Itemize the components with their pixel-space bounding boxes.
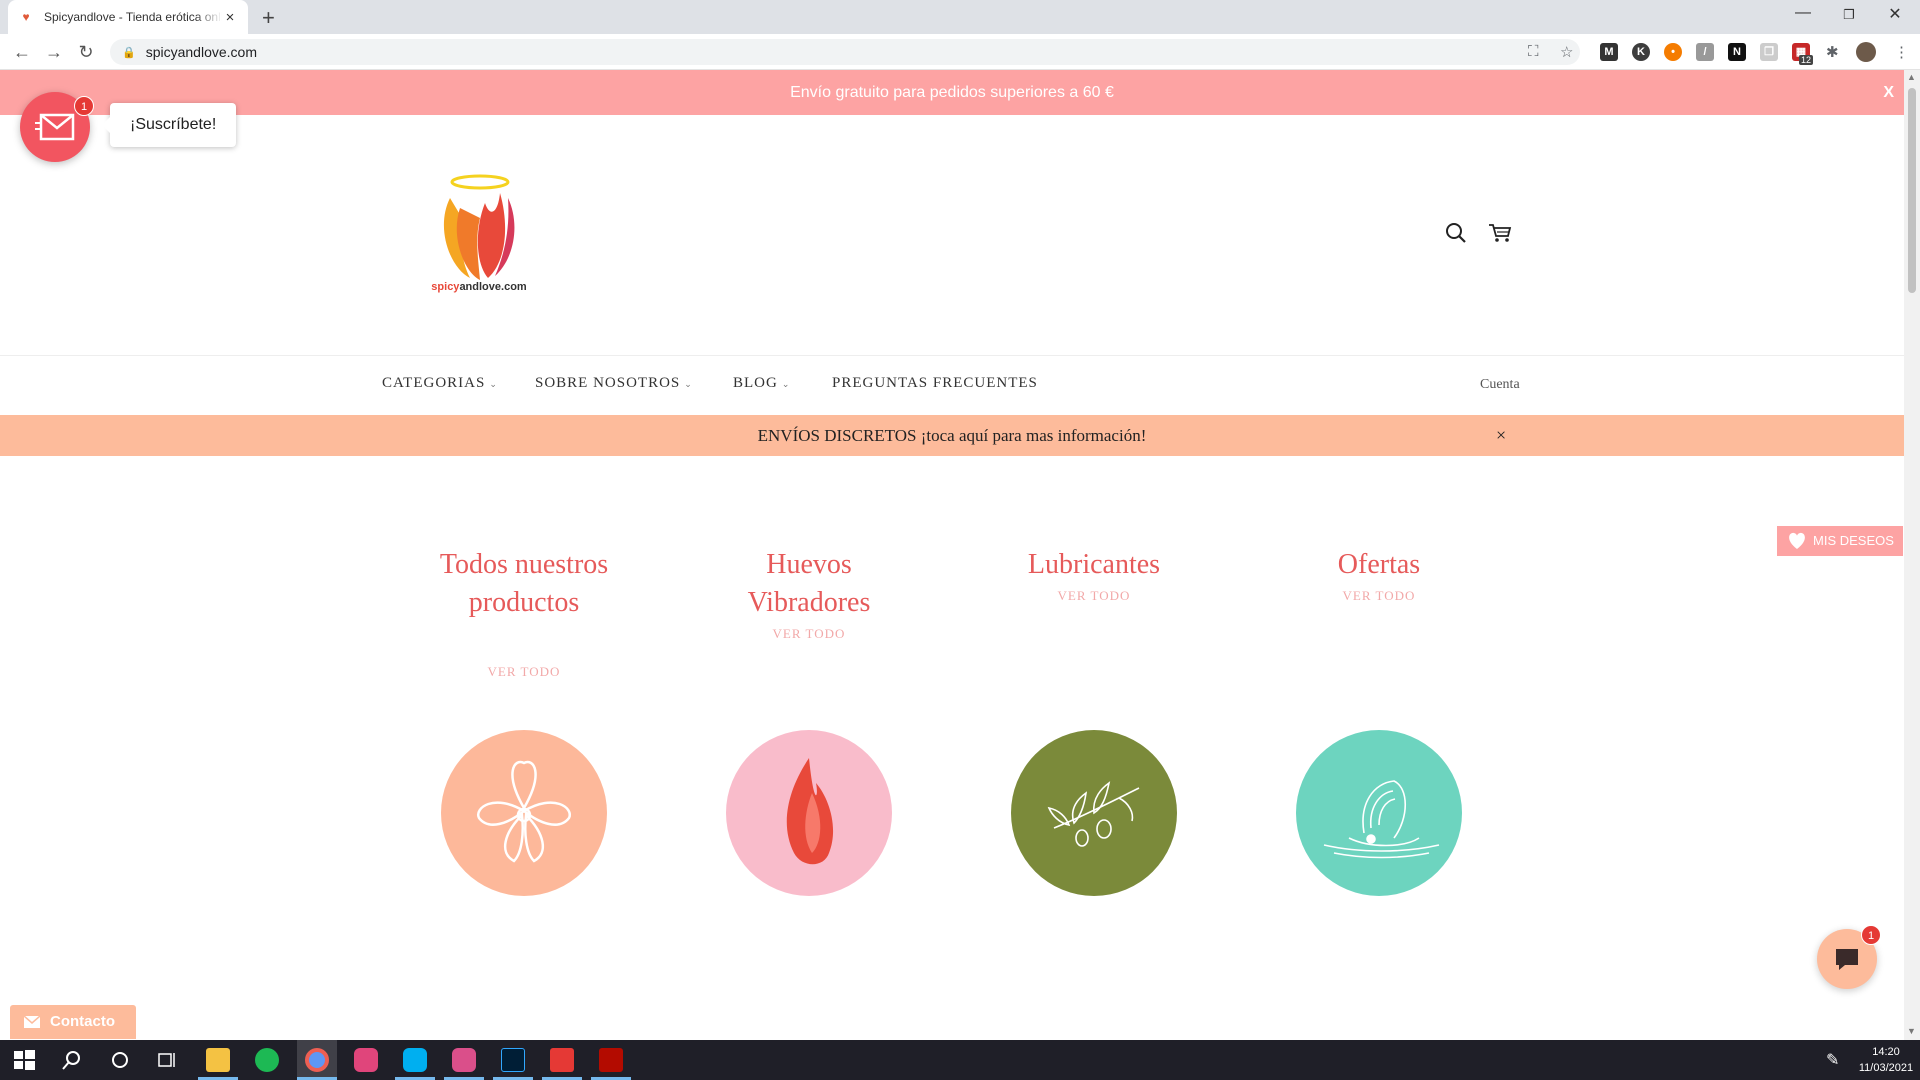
browser-toolbar: ← → ↻ 🔒 spicyandlove.com ⛶ ☆ M K • / N ❐… xyxy=(0,34,1920,70)
envelope-icon xyxy=(35,113,75,141)
close-window-icon[interactable]: ✕ xyxy=(1872,4,1918,24)
photoshop-icon[interactable] xyxy=(501,1048,525,1072)
extension-m-icon[interactable]: M xyxy=(1600,43,1618,61)
translate-icon[interactable]: ⛶ xyxy=(1528,43,1539,60)
windows-taskbar: ✎ 14:20 11/03/2021 xyxy=(0,1040,1920,1080)
back-icon[interactable]: ← xyxy=(10,40,34,64)
clock-time: 14:20 xyxy=(1872,1046,1900,1058)
restore-window-icon[interactable]: ❐ xyxy=(1826,7,1872,23)
cortana-icon[interactable] xyxy=(108,1048,132,1072)
pen-icon[interactable]: ✎ xyxy=(1826,1050,1839,1070)
envelope-icon xyxy=(24,1016,40,1028)
discreet-bar-close-button[interactable]: × xyxy=(1496,415,1506,456)
chat-bubble-icon xyxy=(1836,949,1858,970)
wishlist-button[interactable]: MIS DESEOS xyxy=(1777,526,1903,556)
extensions-puzzle-icon[interactable]: ✱ xyxy=(1826,43,1839,61)
extension-k-icon[interactable]: K xyxy=(1632,43,1650,61)
reload-icon[interactable]: ↻ xyxy=(74,40,98,64)
account-link[interactable]: Cuenta xyxy=(1480,377,1520,393)
page-scrollbar[interactable]: ▲ ▼ xyxy=(1904,70,1920,1040)
subscribe-notification-badge: 1 xyxy=(74,96,94,116)
cart-icon[interactable] xyxy=(1488,222,1512,244)
wishlist-label: MIS DESEOS xyxy=(1813,533,1894,548)
minimize-window-icon[interactable]: — xyxy=(1780,4,1826,22)
file-explorer-icon[interactable] xyxy=(206,1048,230,1072)
subscribe-tooltip[interactable]: ¡Suscríbete! xyxy=(101,103,237,147)
contact-label: Contacto xyxy=(50,1013,115,1030)
browser-tab-active[interactable]: ♥ Spicyandlove - Tienda erótica online × xyxy=(8,0,248,34)
site-favicon-icon: ♥ xyxy=(22,10,30,24)
category-title-todos[interactable]: Todos nuestros productos xyxy=(424,546,624,622)
heart-icon xyxy=(1789,532,1805,549)
profile-avatar[interactable] xyxy=(1856,42,1876,62)
category-link-todos[interactable]: VER TODO xyxy=(424,664,624,680)
bookmark-star-icon[interactable]: ☆ xyxy=(1560,43,1573,61)
close-tab-icon[interactable]: × xyxy=(222,9,238,26)
logo-wordmark: spicyandlove.com xyxy=(431,281,527,293)
chevron-down-icon: ⌄ xyxy=(781,379,791,389)
nav-item-categorias[interactable]: CATEGORIAS ⌄ xyxy=(382,375,498,392)
oyster-pearl-icon xyxy=(1323,780,1440,859)
address-url: spicyandlove.com xyxy=(145,44,257,60)
announcement-close-button[interactable]: X xyxy=(1883,70,1894,115)
scrollbar-thumb[interactable] xyxy=(1908,88,1916,293)
browser-menu-icon[interactable]: ⋮ xyxy=(1894,43,1909,61)
search-icon[interactable] xyxy=(1445,222,1467,244)
creative-cloud-2-icon[interactable] xyxy=(452,1048,476,1072)
orchid-flower-icon xyxy=(477,760,571,863)
extension-code-icon[interactable]: / xyxy=(1696,43,1714,61)
main-navigation: CATEGORIAS ⌄ SOBRE NOSOTROS ⌄ BLOG ⌄ PREGUN… xyxy=(0,355,1904,415)
scroll-down-icon[interactable]: ▼ xyxy=(1907,1026,1916,1036)
clock-date: 11/03/2021 xyxy=(1858,1062,1914,1074)
discreet-shipping-text: ENVÍOS DISCRETOS ¡toca aquí para mas inf… xyxy=(757,426,1147,445)
scroll-up-icon[interactable]: ▲ xyxy=(1907,72,1916,82)
chat-notification-badge: 1 xyxy=(1861,925,1881,945)
nav-item-blog[interactable]: BLOG ⌄ xyxy=(733,375,790,392)
category-link-lubricantes[interactable]: VER TODO xyxy=(994,588,1194,604)
search-icon[interactable] xyxy=(60,1048,84,1072)
windows-start-icon[interactable] xyxy=(12,1048,36,1072)
contact-tab-button[interactable]: Contacto xyxy=(10,1005,136,1039)
category-image-huevos[interactable] xyxy=(726,730,892,896)
extension-copy-icon[interactable]: ❐ xyxy=(1760,43,1778,61)
olive-branch-icon xyxy=(1047,781,1140,847)
category-link-ofertas[interactable]: VER TODO xyxy=(1279,588,1479,604)
forward-icon[interactable]: → xyxy=(42,40,66,64)
tab-title: Spicyandlove - Tienda erótica online xyxy=(44,10,222,24)
discreet-shipping-bar[interactable]: ENVÍOS DISCRETOS ¡toca aquí para mas inf… xyxy=(0,415,1904,456)
extension-notion-icon[interactable]: N xyxy=(1728,43,1746,61)
chrome-highlight xyxy=(297,1040,337,1080)
category-image-todos[interactable] xyxy=(441,730,607,896)
extension-badge: 12 xyxy=(1799,55,1814,65)
category-title-lubricantes[interactable]: Lubricantes xyxy=(994,546,1194,584)
flame-icon xyxy=(786,758,834,865)
category-title-ofertas[interactable]: Ofertas xyxy=(1279,546,1479,584)
lock-icon: 🔒 xyxy=(122,46,136,59)
new-tab-button[interactable]: + xyxy=(262,5,275,31)
nav-item-sobre-nosotros[interactable]: SOBRE NOSOTROS ⌄ xyxy=(535,375,693,392)
category-title-huevos[interactable]: Huevos Vibradores xyxy=(709,546,909,622)
extension-honey-icon[interactable]: • xyxy=(1664,43,1682,61)
spotify-icon[interactable] xyxy=(255,1048,279,1072)
spicyandlove-logo[interactable] xyxy=(430,168,530,298)
task-view-icon[interactable] xyxy=(156,1048,180,1072)
browser-tabstrip: ♥ Spicyandlove - Tienda erótica online ×… xyxy=(0,0,1920,34)
anydesk-icon[interactable] xyxy=(550,1048,574,1072)
acrobat-icon[interactable] xyxy=(599,1048,623,1072)
chevron-down-icon: ⌄ xyxy=(489,379,498,389)
category-link-huevos[interactable]: VER TODO xyxy=(709,626,909,642)
announcement-text: Envío gratuito para pedidos superiores a… xyxy=(790,84,1114,101)
address-bar[interactable]: 🔒 spicyandlove.com xyxy=(110,39,1580,65)
skype-icon[interactable] xyxy=(403,1048,427,1072)
creative-cloud-icon[interactable] xyxy=(354,1048,378,1072)
category-image-lubricantes[interactable] xyxy=(1011,730,1177,896)
announcement-bar: Envío gratuito para pedidos superiores a… xyxy=(0,70,1904,115)
chevron-down-icon: ⌄ xyxy=(684,379,693,389)
nav-item-preguntas-frecuentes[interactable]: PREGUNTAS FRECUENTES xyxy=(832,375,1038,392)
category-image-ofertas[interactable] xyxy=(1296,730,1462,896)
taskbar-clock[interactable]: 14:20 11/03/2021 xyxy=(1856,1044,1916,1076)
